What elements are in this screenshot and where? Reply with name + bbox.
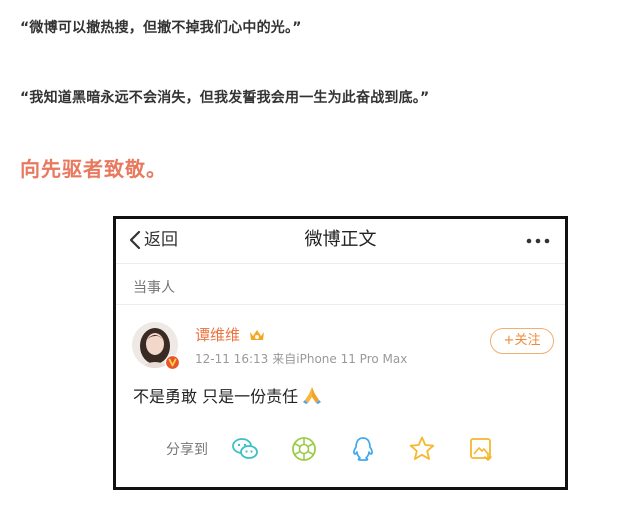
quote-2: “我知道黑暗永远不会消失，但我发誓我会用一生为此奋战到底。” [20, 90, 430, 106]
post-content: 不是勇敢 只是一份责任 [133, 383, 323, 407]
vip-crown-icon [250, 330, 264, 340]
share-label: 分享到 [166, 442, 208, 458]
moments-icon[interactable] [289, 434, 319, 464]
username[interactable]: 谭维维 [195, 326, 240, 344]
weibo-screenshot: 返回 微博正文 当事人 谭维维 12-11 16:13 来自iPhone 11 P… [113, 216, 568, 490]
section-label: 当事人 [133, 280, 175, 296]
post-source: 来自iPhone 11 Pro Max [272, 352, 408, 366]
share-row: 分享到 [166, 434, 525, 464]
qq-icon[interactable] [348, 434, 378, 464]
folded-hands-emoji-icon [303, 387, 322, 404]
quote-1: “微博可以撤热搜，但撤不掉我们心中的光。” [20, 20, 302, 36]
page-title: 微博正文 [304, 229, 377, 250]
post-meta: 12-11 16:13 来自iPhone 11 Pro Max [195, 350, 407, 367]
post-text: 不是勇敢 只是一份责任 [133, 387, 299, 406]
divider [116, 304, 565, 305]
follow-button[interactable]: +关注 [490, 328, 554, 354]
image-save-icon[interactable] [466, 434, 496, 464]
tribute-heading: 向先驱者致敬。 [20, 157, 167, 181]
more-options-icon[interactable] [525, 232, 551, 250]
verified-badge-icon [165, 355, 180, 370]
nav-bar: 返回 微博正文 [116, 219, 565, 264]
post-date: 12-11 16:13 [195, 352, 269, 366]
wechat-icon[interactable] [230, 434, 260, 464]
favorite-star-icon[interactable] [407, 434, 437, 464]
